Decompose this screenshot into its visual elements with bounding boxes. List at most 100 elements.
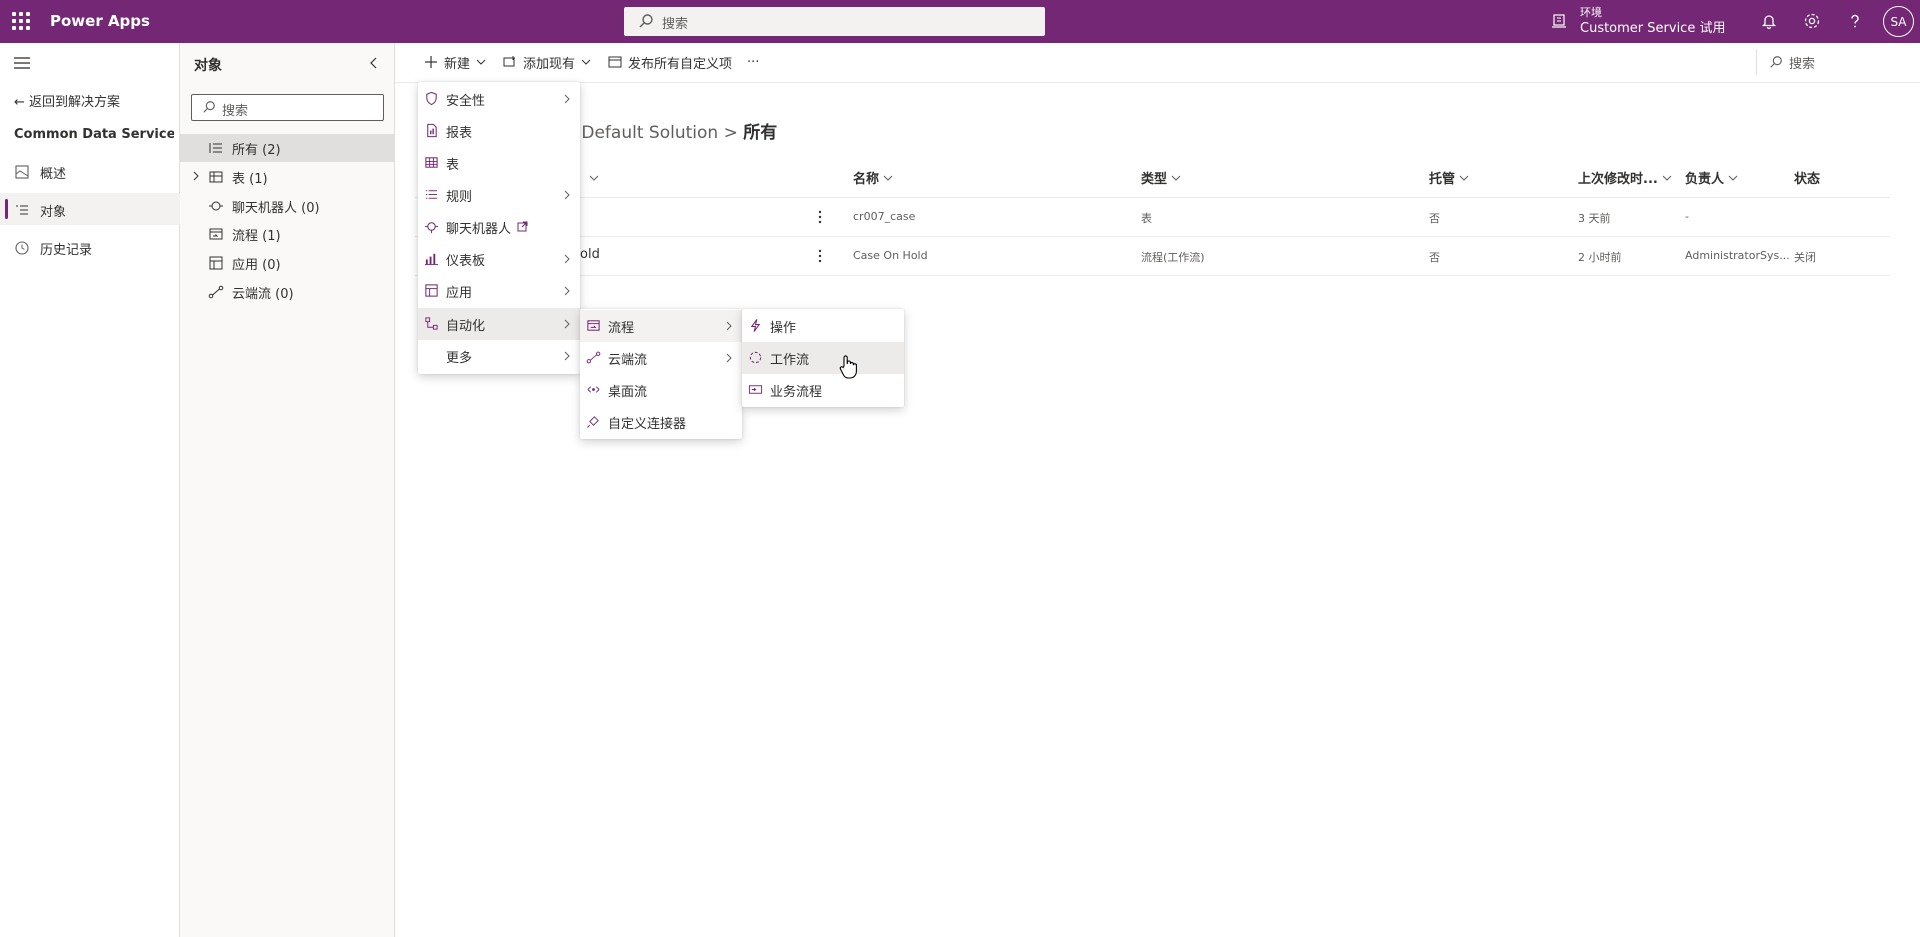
new-button[interactable]: 新建 bbox=[424, 52, 486, 72]
menu-item-table[interactable]: 表 bbox=[418, 147, 580, 179]
tree-item-all[interactable]: 所有 (2) bbox=[180, 134, 395, 162]
search-icon bbox=[1770, 56, 1782, 68]
nav-item-label: 概述 bbox=[40, 167, 67, 182]
column-header-name[interactable]: 名称 bbox=[853, 168, 893, 187]
menu-item-automation[interactable]: 自动化 bbox=[418, 308, 580, 340]
column-header-owner[interactable]: 负责人 bbox=[1685, 168, 1738, 187]
nav-item-objects[interactable]: 对象 bbox=[0, 193, 180, 225]
tree-item-processes[interactable]: 流程 (1) bbox=[180, 220, 395, 248]
menu-item-chatbot[interactable]: 聊天机器人 bbox=[418, 211, 580, 243]
tree-item-apps[interactable]: 应用 (0) bbox=[180, 249, 395, 277]
app-icon bbox=[425, 284, 438, 297]
list-icon bbox=[209, 143, 222, 153]
menu-item-dashboard[interactable]: 仪表板 bbox=[418, 243, 580, 275]
table-row[interactable]: old Case On Hold 流程(工作流) 否 2 小时前 Adminis… bbox=[415, 237, 1890, 276]
solution-name: Common Data Services ... bbox=[14, 127, 174, 142]
column-header-type[interactable]: 类型 bbox=[1141, 168, 1181, 187]
row-owner: AdministratorSys... bbox=[1685, 249, 1790, 262]
menu-item-action[interactable]: 操作 bbox=[742, 310, 904, 342]
nav-item-history[interactable]: 历史记录 bbox=[0, 231, 180, 263]
more-vertical-icon[interactable] bbox=[815, 247, 825, 265]
environment-name[interactable]: Customer Service 试用 bbox=[1580, 17, 1725, 36]
more-vertical-icon[interactable] bbox=[815, 208, 825, 226]
chevron-right-icon bbox=[726, 321, 732, 331]
gear-icon[interactable] bbox=[1802, 11, 1822, 31]
back-arrow-icon: ← bbox=[14, 95, 25, 110]
tree-item-label: 云端流 (0) bbox=[232, 287, 294, 302]
command-search-input[interactable]: 搜索 bbox=[1756, 49, 1916, 75]
column-header-label: 状态 bbox=[1794, 172, 1821, 187]
cloudflow-icon bbox=[208, 285, 224, 299]
user-avatar[interactable]: SA bbox=[1883, 6, 1914, 37]
row-type: 表 bbox=[1141, 212, 1152, 225]
tree-item-chatbots[interactable]: 聊天机器人 (0) bbox=[180, 192, 395, 220]
menu-item-workflow[interactable]: 工作流 bbox=[742, 342, 904, 374]
tree-item-cloudflows[interactable]: 云端流 (0) bbox=[180, 278, 395, 306]
row-name: Case On Hold bbox=[853, 249, 928, 262]
menu-item-report[interactable]: 报表 bbox=[418, 115, 580, 147]
breadcrumb-separator: > bbox=[723, 123, 738, 143]
row-display-name[interactable]: old bbox=[580, 247, 600, 262]
tree-item-label: 流程 (1) bbox=[232, 229, 281, 244]
nav-item-label: 历史记录 bbox=[40, 243, 93, 258]
column-header-modified[interactable]: 上次修改时... bbox=[1578, 168, 1672, 187]
more-commands-button[interactable]: ··· bbox=[747, 52, 759, 72]
new-menu: 安全性 报表 表 规则 聊天机器人 仪表板 应用 自动化 更多 bbox=[418, 82, 580, 374]
shield-icon bbox=[426, 91, 437, 106]
back-to-solutions-link[interactable]: ← 返回到解决方案 bbox=[14, 91, 120, 110]
publish-icon bbox=[608, 56, 622, 68]
column-header-managed[interactable]: 托管 bbox=[1429, 168, 1469, 187]
chevron-left-icon[interactable] bbox=[366, 55, 382, 71]
menu-item-business-process-flow[interactable]: 业务流程 bbox=[742, 374, 904, 406]
app-title[interactable]: Power Apps bbox=[50, 12, 150, 30]
column-header-status[interactable]: 状态 bbox=[1794, 168, 1820, 187]
chevron-down-icon bbox=[1171, 175, 1181, 181]
chevron-right-icon[interactable] bbox=[190, 170, 202, 182]
global-search-placeholder: 搜索 bbox=[662, 17, 689, 32]
chevron-right-icon bbox=[564, 94, 570, 104]
column-header-label: 负责人 bbox=[1685, 172, 1725, 187]
chevron-down-icon bbox=[1662, 175, 1672, 181]
menu-item-desktop-flow[interactable]: 桌面流 bbox=[580, 374, 742, 406]
history-icon bbox=[15, 241, 29, 255]
tree-item-tables[interactable]: 表 (1) bbox=[180, 163, 395, 191]
app-launcher-icon[interactable] bbox=[12, 12, 30, 30]
nav-item-overview[interactable]: 概述 bbox=[0, 155, 180, 187]
chevron-down-icon bbox=[581, 59, 591, 65]
objects-search-placeholder: 搜索 bbox=[222, 104, 249, 119]
menu-item-app[interactable]: 应用 bbox=[418, 275, 580, 307]
menu-item-label: 报表 bbox=[446, 126, 473, 141]
menu-item-security[interactable]: 安全性 bbox=[418, 83, 580, 115]
connector-icon bbox=[587, 416, 599, 428]
chevron-down-icon bbox=[1459, 175, 1469, 181]
menu-item-cloud-flow[interactable]: 云端流 bbox=[580, 342, 742, 374]
menu-item-process[interactable]: 流程 bbox=[580, 310, 742, 342]
publish-all-button[interactable]: 发布所有自定义项 bbox=[608, 52, 732, 72]
menu-item-more[interactable]: 更多 bbox=[418, 340, 580, 372]
menu-item-label: 规则 bbox=[446, 190, 473, 205]
menu-item-custom-connector[interactable]: 自定义连接器 bbox=[580, 406, 742, 438]
table-row[interactable]: cr007_case 表 否 3 天前 - bbox=[415, 198, 1890, 237]
automation-icon bbox=[425, 317, 438, 330]
column-header-label: 上次修改时... bbox=[1578, 172, 1658, 187]
tree-item-label: 所有 (2) bbox=[232, 143, 281, 158]
search-icon bbox=[639, 14, 653, 28]
process-icon bbox=[587, 320, 600, 331]
menu-item-rules[interactable]: 规则 bbox=[418, 179, 580, 211]
process-icon bbox=[209, 228, 223, 240]
help-icon[interactable] bbox=[1845, 11, 1865, 31]
chevron-down-icon bbox=[476, 59, 486, 65]
table-icon bbox=[425, 157, 438, 168]
objects-search-input[interactable]: 搜索 bbox=[191, 94, 384, 121]
menu-item-label: 表 bbox=[446, 158, 460, 173]
hamburger-icon[interactable] bbox=[14, 56, 30, 70]
add-existing-button[interactable]: 添加现有 bbox=[503, 52, 591, 72]
chevron-down-icon[interactable] bbox=[589, 173, 599, 183]
rules-icon bbox=[425, 190, 438, 199]
bell-icon[interactable] bbox=[1759, 11, 1779, 31]
plus-icon bbox=[425, 56, 437, 68]
workflow-icon bbox=[749, 351, 762, 364]
global-search-input[interactable]: 搜索 bbox=[624, 7, 1045, 36]
chevron-right-icon bbox=[564, 254, 570, 264]
cloudflow-icon bbox=[586, 351, 601, 364]
